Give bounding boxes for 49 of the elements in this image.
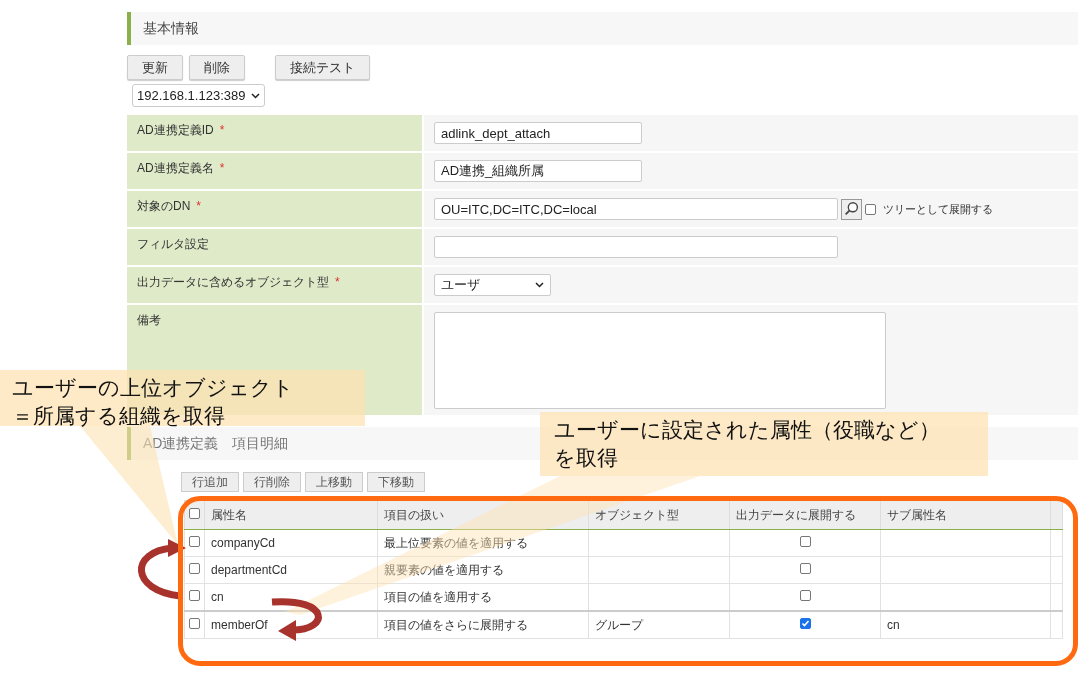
row-checkbox[interactable] <box>189 536 200 547</box>
curved-arrow <box>271 598 322 641</box>
expand-checkbox[interactable] <box>799 618 811 629</box>
expand-checkbox[interactable] <box>799 563 811 574</box>
field-label: AD連携定義ID * <box>127 115 422 151</box>
column-header: オブジェクト型 <box>588 500 730 530</box>
text-field[interactable] <box>434 236 838 258</box>
table-cell: グループ <box>588 611 730 639</box>
table-cell: 最上位要素の値を適用する <box>377 529 589 557</box>
row-checkbox[interactable] <box>189 618 200 629</box>
row-button[interactable]: 下移動 <box>367 472 425 492</box>
field-label: 対象のDN * <box>127 191 422 227</box>
select-all-checkbox[interactable] <box>189 508 200 519</box>
chevron-icon <box>535 282 544 288</box>
column-header: 属性名 <box>204 500 378 530</box>
table-cell: departmentCd <box>204 556 378 584</box>
table-cell: companyCd <box>204 529 378 557</box>
column-header: 出力データに展開する <box>729 500 881 530</box>
callout-note: ユーザーの上位オブジェクト ＝所属する組織を取得 <box>0 370 365 426</box>
row-button[interactable]: 行追加 <box>181 472 239 492</box>
row-checkbox[interactable] <box>189 563 200 574</box>
section-header: 基本情報 <box>127 12 1078 45</box>
expand-checkbox[interactable] <box>799 536 811 547</box>
table-cell: 親要素の値を適用する <box>377 556 589 584</box>
search-icon[interactable] <box>841 198 862 220</box>
server-select[interactable]: 192.168.1.123:389 <box>132 84 266 107</box>
field-label: AD連携定義名 * <box>127 153 422 189</box>
row-button[interactable]: 行削除 <box>243 472 301 492</box>
row-checkbox[interactable] <box>189 590 200 601</box>
curved-arrow <box>138 539 186 600</box>
action-button[interactable]: 削除 <box>189 55 245 80</box>
action-button[interactable]: 接続テスト <box>275 55 370 80</box>
expand-checkbox[interactable] <box>799 590 811 601</box>
table-cell: 項目の値をさらに展開する <box>377 611 589 639</box>
text-field[interactable]: AD連携_組織所属 <box>434 160 642 182</box>
dn-field[interactable]: OU=ITC,DC=ITC,DC=local <box>434 198 838 220</box>
column-header: サブ属性名 <box>880 500 1051 530</box>
chevron-icon <box>251 92 261 99</box>
text-field[interactable]: adlink_dept_attach <box>434 122 642 144</box>
column-header: 項目の扱い <box>377 500 589 530</box>
table-cell: cn <box>880 611 1051 639</box>
tree-checkbox[interactable] <box>865 203 876 215</box>
field-label: 出力データに含めるオブジェクト型 * <box>127 267 422 303</box>
row-button[interactable]: 上移動 <box>305 472 363 492</box>
field-label: フィルタ設定 <box>127 229 422 265</box>
object-type-select[interactable]: ユーザ <box>434 274 551 296</box>
action-button[interactable]: 更新 <box>127 55 183 80</box>
callout-note: ユーザーに設定された属性（役職など） を取得 <box>540 412 988 476</box>
checkbox-label: ツリーとして展開する <box>883 201 993 217</box>
